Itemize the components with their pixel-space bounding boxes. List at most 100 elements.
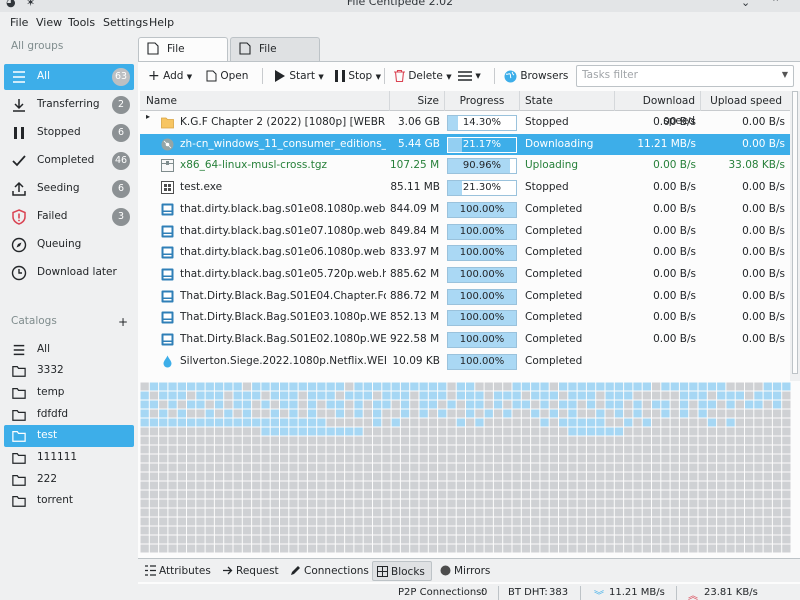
menu-file[interactable]: File <box>10 16 28 29</box>
block-cell <box>196 409 205 418</box>
table-row[interactable]: That.Dirty.Black.Bag.S01E03.1080p.WEB.h2… <box>140 307 790 329</box>
stop-button[interactable]: Stop ▼ <box>335 67 381 85</box>
block-cell <box>614 535 624 544</box>
block-cell <box>559 391 568 400</box>
group-item-all[interactable]: All 63 <box>4 64 134 90</box>
more-menu-button[interactable]: ▼ <box>458 67 481 85</box>
block-cell <box>717 400 726 409</box>
block-cell <box>345 400 354 409</box>
upload-icon <box>12 181 26 196</box>
row-upload-speed: 0.00 B/s <box>742 224 785 237</box>
catalog-item-fdfdfd[interactable]: fdfdfd <box>4 404 134 426</box>
block-cell <box>689 463 698 472</box>
open-button[interactable]: Open <box>206 67 248 85</box>
block-cell <box>140 535 149 544</box>
block-cell <box>642 535 651 544</box>
block-cell <box>735 454 744 463</box>
tasks-filter-combobox[interactable]: ▼ <box>576 65 794 87</box>
tab-attributes[interactable]: Attributes <box>141 561 217 581</box>
block-cell <box>679 454 689 463</box>
block-cell <box>596 400 605 409</box>
block-cell <box>382 454 391 463</box>
add-button[interactable]: + Add ▼ <box>148 67 192 85</box>
table-row[interactable]: that.dirty.black.bag.s01e08.1080p.web.h2… <box>140 199 790 221</box>
catalog-label: 222 <box>37 473 58 485</box>
block-cell <box>512 427 521 436</box>
catalog-item-3332[interactable]: 3332 <box>4 360 134 382</box>
menu-view[interactable]: View <box>36 16 62 29</box>
row-download-speed: 11.21 MB/s <box>637 137 696 150</box>
minimize-icon[interactable]: ⌄ <box>741 0 750 9</box>
globe-icon <box>504 70 517 82</box>
column-upload-speed[interactable]: Upload speed <box>701 91 790 111</box>
tab-request[interactable]: Request <box>218 561 285 581</box>
block-cell <box>652 508 661 517</box>
tab-blocks[interactable]: Blocks <box>372 561 432 581</box>
group-item-queuing[interactable]: Queuing <box>4 232 134 258</box>
catalog-item-torrent[interactable]: torrent <box>4 490 134 512</box>
add-catalog-button[interactable]: + <box>118 315 128 329</box>
catalog-item-222[interactable]: 222 <box>4 469 134 491</box>
scrollbar-thumb[interactable] <box>792 91 798 374</box>
group-item-transferring[interactable]: Transferring 2 <box>4 92 134 118</box>
table-row[interactable]: that.dirty.black.bag.s01e05.720p.web.h26… <box>140 264 790 286</box>
block-cell <box>410 481 419 490</box>
block-cell <box>735 427 744 436</box>
column-size[interactable]: Size <box>390 91 445 111</box>
progress-bar: 21.17% <box>447 136 517 153</box>
block-cell <box>391 517 400 526</box>
catalog-item-111111[interactable]: 111111 <box>4 447 134 469</box>
catalog-item-temp[interactable]: temp <box>4 382 134 404</box>
column-progress[interactable]: Progress <box>445 91 520 111</box>
catalog-item-test[interactable]: test <box>4 425 134 447</box>
chevron-down-icon[interactable]: ▼ <box>782 70 788 79</box>
table-scrollbar[interactable] <box>790 91 800 381</box>
column-name[interactable]: Name <box>140 91 390 111</box>
group-item-seeding[interactable]: Seeding 6 <box>4 176 134 202</box>
table-row[interactable]: test.exe 85.11 MB 21.30% Stopped 0.00 B/s 0.0… <box>140 177 790 199</box>
table-row[interactable]: That.Dirty.Black.Bag.S01E02.1080p.WEB.h2… <box>140 329 790 351</box>
table-row[interactable]: Silverton.Siege.2022.1080p.Netflix.WEB-D… <box>140 351 790 373</box>
group-item-failed[interactable]: Failed 3 <box>4 204 134 230</box>
table-row[interactable]: that.dirty.black.bag.s01e06.1080p.web.h2… <box>140 242 790 264</box>
block-cell <box>549 526 558 535</box>
group-item-stopped[interactable]: Stopped 6 <box>4 120 134 146</box>
tab-connections[interactable]: Connections <box>286 561 375 581</box>
start-button[interactable]: Start ▼ <box>274 67 324 85</box>
tab-file-browser[interactable]: File browser <box>230 37 320 77</box>
bt-dht-value: 383 <box>549 587 569 598</box>
browsers-button[interactable]: Browsers <box>504 67 568 85</box>
document-icon <box>206 70 217 82</box>
table-row[interactable]: That.Dirty.Black.Bag.S01E04.Chapter.Four… <box>140 286 790 308</box>
menu-settings[interactable]: Settings <box>103 16 148 29</box>
block-cell <box>159 409 168 418</box>
block-cell <box>224 445 233 454</box>
block-cell <box>307 508 317 517</box>
group-item-completed[interactable]: Completed 46 <box>4 148 134 174</box>
tab-file-transfer[interactable]: File transfer <box>138 37 228 77</box>
block-cell <box>503 445 512 454</box>
column-download-speed[interactable]: Download speed <box>615 91 701 127</box>
table-row[interactable]: that.dirty.black.bag.s01e07.1080p.web.h2… <box>140 221 790 243</box>
column-state[interactable]: State <box>520 91 615 111</box>
table-row[interactable]: zh-cn_windows_11_consumer_editions_updat… <box>140 133 790 156</box>
block-cell <box>400 463 410 472</box>
expand-arrow-icon[interactable]: ▸ <box>146 112 150 121</box>
menu-help[interactable]: Help <box>149 16 174 29</box>
block-cell <box>326 391 335 400</box>
table-row[interactable]: ▸K.G.F Chapter 2 (2022) [1080p] [WEBRip]… <box>140 112 790 134</box>
block-cell <box>447 454 456 463</box>
tab-mirrors[interactable]: Mirrors <box>436 561 496 581</box>
table-row[interactable]: x86_64-linux-musl-cross.tgz107.25 MB90.9… <box>140 155 790 177</box>
tasks-filter-input[interactable] <box>582 69 772 81</box>
block-cell <box>484 472 493 481</box>
delete-button[interactable]: Delete ▼ <box>394 67 452 85</box>
menu-tools[interactable]: Tools <box>68 16 95 29</box>
group-item-download-later[interactable]: Download later <box>4 260 134 286</box>
catalog-item-all[interactable]: All <box>4 339 134 361</box>
block-cell <box>707 463 717 472</box>
block-cell <box>428 391 438 400</box>
maximize-icon[interactable]: ⌃ <box>771 0 780 9</box>
block-cell <box>317 427 326 436</box>
block-cell <box>410 535 419 544</box>
